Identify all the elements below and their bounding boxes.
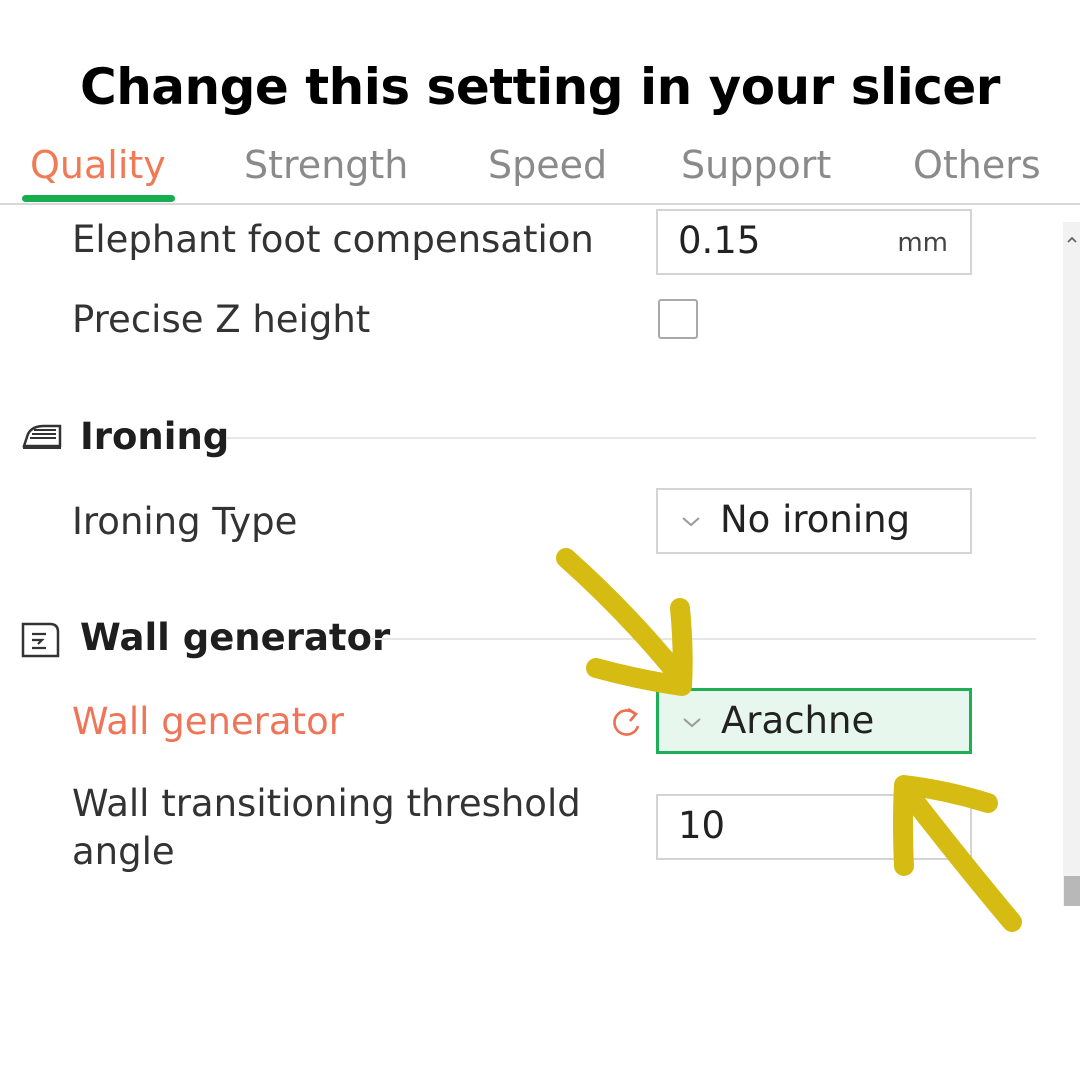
tab-quality[interactable]: Quality [30,140,166,190]
active-tab-indicator [22,195,175,202]
section-rule-ironing [226,437,1036,439]
tab-bar: Quality Strength Speed Support Others [0,140,1080,204]
headline: Change this setting in your slicer [80,58,1000,116]
section-title-ironing: Ironing [80,415,230,458]
wall-threshold-label-line1: Wall transitioning threshold [72,782,581,825]
tab-others[interactable]: Others [913,140,1041,190]
chevron-down-icon [682,517,700,527]
ironing-type-value: No ironing [720,498,911,541]
tab-speed[interactable]: Speed [488,140,607,190]
section-rule-wall-generator [370,638,1036,640]
wall-generator-icon [21,622,60,658]
chevron-down-icon [683,718,701,728]
arrow-pointing-down-left [556,548,693,696]
wall-threshold-value[interactable]: 10 [678,802,725,850]
scroll-up-arrow-icon[interactable] [1066,234,1078,246]
scrollbar-thumb[interactable] [1064,876,1080,906]
elephant-foot-unit: mm [897,228,948,258]
elephant-foot-input[interactable]: 0.15 mm [656,209,972,275]
tabs-divider [0,203,1080,205]
section-title-wall-generator: Wall generator [80,616,391,659]
scrollbar-track[interactable] [1063,222,1080,906]
wall-threshold-input[interactable]: 10 [656,794,972,860]
ironing-type-select[interactable]: No ironing [656,488,972,554]
wall-generator-select[interactable]: Arachne [656,688,972,754]
ironing-type-label: Ironing Type [72,500,298,543]
wall-generator-value: Arachne [721,699,875,742]
wall-generator-label: Wall generator [72,700,344,743]
precise-z-label: Precise Z height [72,298,371,341]
reset-icon[interactable] [608,704,646,742]
precise-z-checkbox[interactable] [658,299,698,339]
tab-strength[interactable]: Strength [244,140,408,190]
tab-support[interactable]: Support [681,140,831,190]
elephant-foot-value[interactable]: 0.15 [678,217,760,265]
wall-threshold-label-line2: angle [72,830,175,873]
elephant-foot-label: Elephant foot compensation [72,218,594,261]
iron-icon [22,424,62,449]
